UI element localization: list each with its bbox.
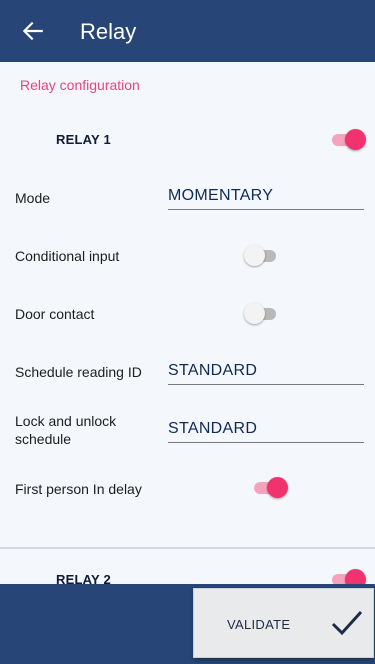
app-bar: Relay (0, 0, 375, 62)
checkmark-icon (331, 610, 363, 636)
toggle-thumb (345, 569, 366, 584)
arrow-left-icon[interactable] (20, 18, 46, 44)
mode-field[interactable]: MOMENTARY (168, 187, 364, 210)
mode-label: Mode (15, 190, 51, 206)
relay-1-title: RELAY 1 (56, 132, 111, 147)
relay-config-content[interactable]: Relay configuration RELAY 1 Mode MOMENTA… (0, 62, 375, 584)
section-label: Relay configuration (20, 77, 140, 93)
relay-1-toggle[interactable] (332, 128, 366, 150)
page-title: Relay (80, 19, 137, 44)
relay-2-toggle[interactable] (332, 568, 366, 584)
schedule-reading-label: Schedule reading ID (15, 364, 142, 380)
first-person-toggle[interactable] (254, 476, 288, 498)
section-divider (0, 547, 375, 549)
relay-2-title: RELAY 2 (56, 572, 111, 584)
first-person-label: First person In delay (15, 481, 142, 497)
conditional-input-toggle[interactable] (244, 244, 278, 266)
conditional-input-label: Conditional input (15, 248, 120, 264)
validate-label: VALIDATE (227, 617, 291, 632)
door-contact-toggle[interactable] (244, 302, 278, 324)
lock-unlock-label: Lock and unlock schedule (15, 413, 117, 447)
toggle-thumb (244, 245, 265, 266)
door-contact-label: Door contact (15, 306, 95, 322)
toggle-thumb (267, 477, 288, 498)
validate-button[interactable]: VALIDATE (193, 588, 374, 658)
lock-unlock-field[interactable]: STANDARD (168, 420, 364, 443)
toggle-thumb (244, 303, 265, 324)
toggle-thumb (345, 129, 366, 150)
schedule-reading-field[interactable]: STANDARD (168, 362, 364, 385)
